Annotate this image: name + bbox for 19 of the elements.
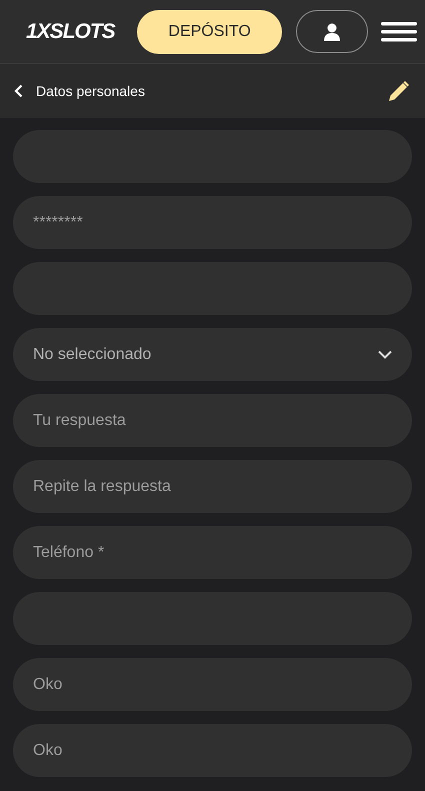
logo: 1XSLOTS [26,20,116,44]
edit-button[interactable] [388,80,409,102]
user-icon [324,22,340,40]
chevron-down-icon [378,350,392,359]
page-title: Datos personales [36,83,145,99]
select-field[interactable]: No seleccionado [13,328,412,381]
input-field[interactable]: ******** [13,196,412,249]
menu-button[interactable] [381,22,417,42]
input-field[interactable]: Oko [13,724,412,777]
input-field[interactable]: Oko [13,658,412,711]
deposit-button[interactable]: DEPÓSITO [136,10,282,54]
back-icon [14,84,23,98]
input-field[interactable]: Tu respuesta [13,394,412,447]
input-field[interactable]: Repite la respuesta [13,460,412,513]
input-field[interactable]: Teléfono * [13,526,412,579]
pencil-icon [388,80,409,102]
back-button[interactable] [14,84,23,98]
menu-icon [381,22,417,42]
account-button[interactable] [296,10,368,53]
